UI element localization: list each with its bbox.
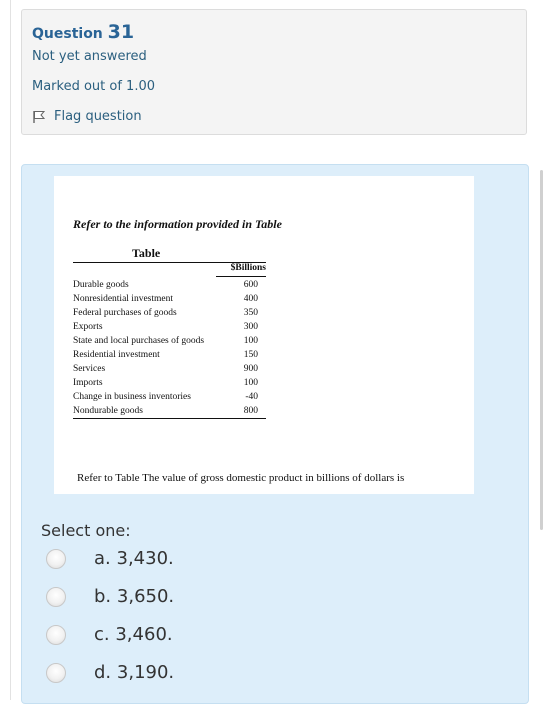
table-row: Residential investment 150: [73, 348, 266, 362]
question-intro-text: Refer to the information provided in Tab…: [73, 217, 282, 231]
flag-question-link[interactable]: Flag question: [32, 109, 142, 124]
answer-option-letter: a.: [94, 548, 111, 569]
table-row-label: Exports: [73, 322, 103, 332]
table-row-value: 900: [243, 364, 258, 374]
answer-option-letter: c.: [94, 624, 110, 645]
answer-option[interactable]: b. 3,650.: [46, 586, 174, 607]
answer-option-value: 3,650.: [116, 586, 175, 607]
table-row-value: -40: [245, 392, 258, 402]
table-row: Exports 300: [73, 320, 266, 334]
table-row: Change in business inventories -40: [73, 390, 266, 404]
question-number-heading: Question 31: [32, 21, 134, 43]
table-rows: Durable goods 600 Nonresidential investmen…: [73, 278, 266, 418]
table-row-label: Federal purchases of goods: [73, 308, 177, 318]
answer-option-value: 3,190.: [116, 662, 175, 683]
table-row-value: 800: [243, 406, 258, 416]
table-row-value: 350: [243, 308, 258, 318]
table-bottom-rule: [73, 418, 266, 419]
question-prompt: Refer to Table The value of gross domest…: [77, 472, 405, 484]
table-row-label: Durable goods: [73, 280, 129, 290]
table-row-value: 150: [243, 350, 258, 360]
table-row-label: Imports: [73, 378, 103, 388]
answer-option-value: 3,460.: [115, 624, 173, 645]
page-scrollbar[interactable]: [540, 170, 543, 530]
flag-question-label: Flag question: [54, 109, 142, 124]
flag-icon: [33, 110, 46, 123]
table-row-label: Change in business inventories: [73, 392, 191, 402]
question-info-panel: Question 31 Not yet answered Marked out …: [21, 9, 527, 135]
answer-option-text: d. 3,190.: [94, 662, 174, 683]
question-label: Question: [32, 26, 103, 42]
table-row: State and local purchases of goods 100: [73, 334, 266, 348]
answer-radio[interactable]: [46, 548, 66, 569]
question-number: 31: [107, 21, 135, 43]
table-row: Durable goods 600: [73, 278, 266, 292]
table-value-header: $Billions: [230, 263, 266, 273]
table-row: Federal purchases of goods 350: [73, 306, 266, 320]
answer-option[interactable]: d. 3,190.: [46, 662, 174, 683]
question-grade: Marked out of 1.00: [32, 79, 156, 94]
answer-option-value: 3,430.: [116, 548, 174, 569]
question-state: Not yet answered: [32, 49, 147, 64]
table-row-value: 100: [243, 378, 258, 388]
answer-option-text: b. 3,650.: [94, 586, 174, 607]
answer-option-text: c. 3,460.: [94, 624, 173, 645]
question-formulation: Refer to the information provided in Tab…: [21, 164, 529, 704]
answer-option-text: a. 3,430.: [94, 548, 174, 569]
table-row: Imports 100: [73, 376, 266, 390]
table-row-value: 100: [243, 336, 258, 346]
table-row: Nondurable goods 800: [73, 404, 266, 418]
table-row-value: 600: [243, 280, 258, 290]
table-row-value: 300: [243, 322, 258, 332]
table-row: Services 900: [73, 362, 266, 376]
table-row-value: 400: [243, 294, 258, 304]
table-row-label: Services: [73, 364, 106, 374]
table-row: Nonresidential investment 400: [73, 292, 266, 306]
question-image: Refer to the information provided in Tab…: [54, 176, 474, 494]
table-row-label: State and local purchases of goods: [73, 336, 205, 346]
page-left-border: [10, 0, 11, 700]
table-row-label: Residential investment: [73, 350, 160, 360]
select-one-label: Select one:: [41, 521, 131, 540]
table-title: Table: [132, 246, 161, 260]
answer-radio[interactable]: [46, 624, 66, 645]
answer-option[interactable]: a. 3,430.: [46, 548, 174, 569]
answer-radio[interactable]: [46, 662, 66, 683]
answer-radio[interactable]: [46, 586, 66, 607]
table-header-rule: [216, 276, 266, 277]
table-row-label: Nonresidential investment: [73, 294, 173, 304]
table-row-label: Nondurable goods: [73, 406, 143, 416]
answer-option-letter: d.: [94, 662, 112, 683]
answer-option[interactable]: c. 3,460.: [46, 624, 173, 645]
answer-option-letter: b.: [94, 586, 112, 607]
